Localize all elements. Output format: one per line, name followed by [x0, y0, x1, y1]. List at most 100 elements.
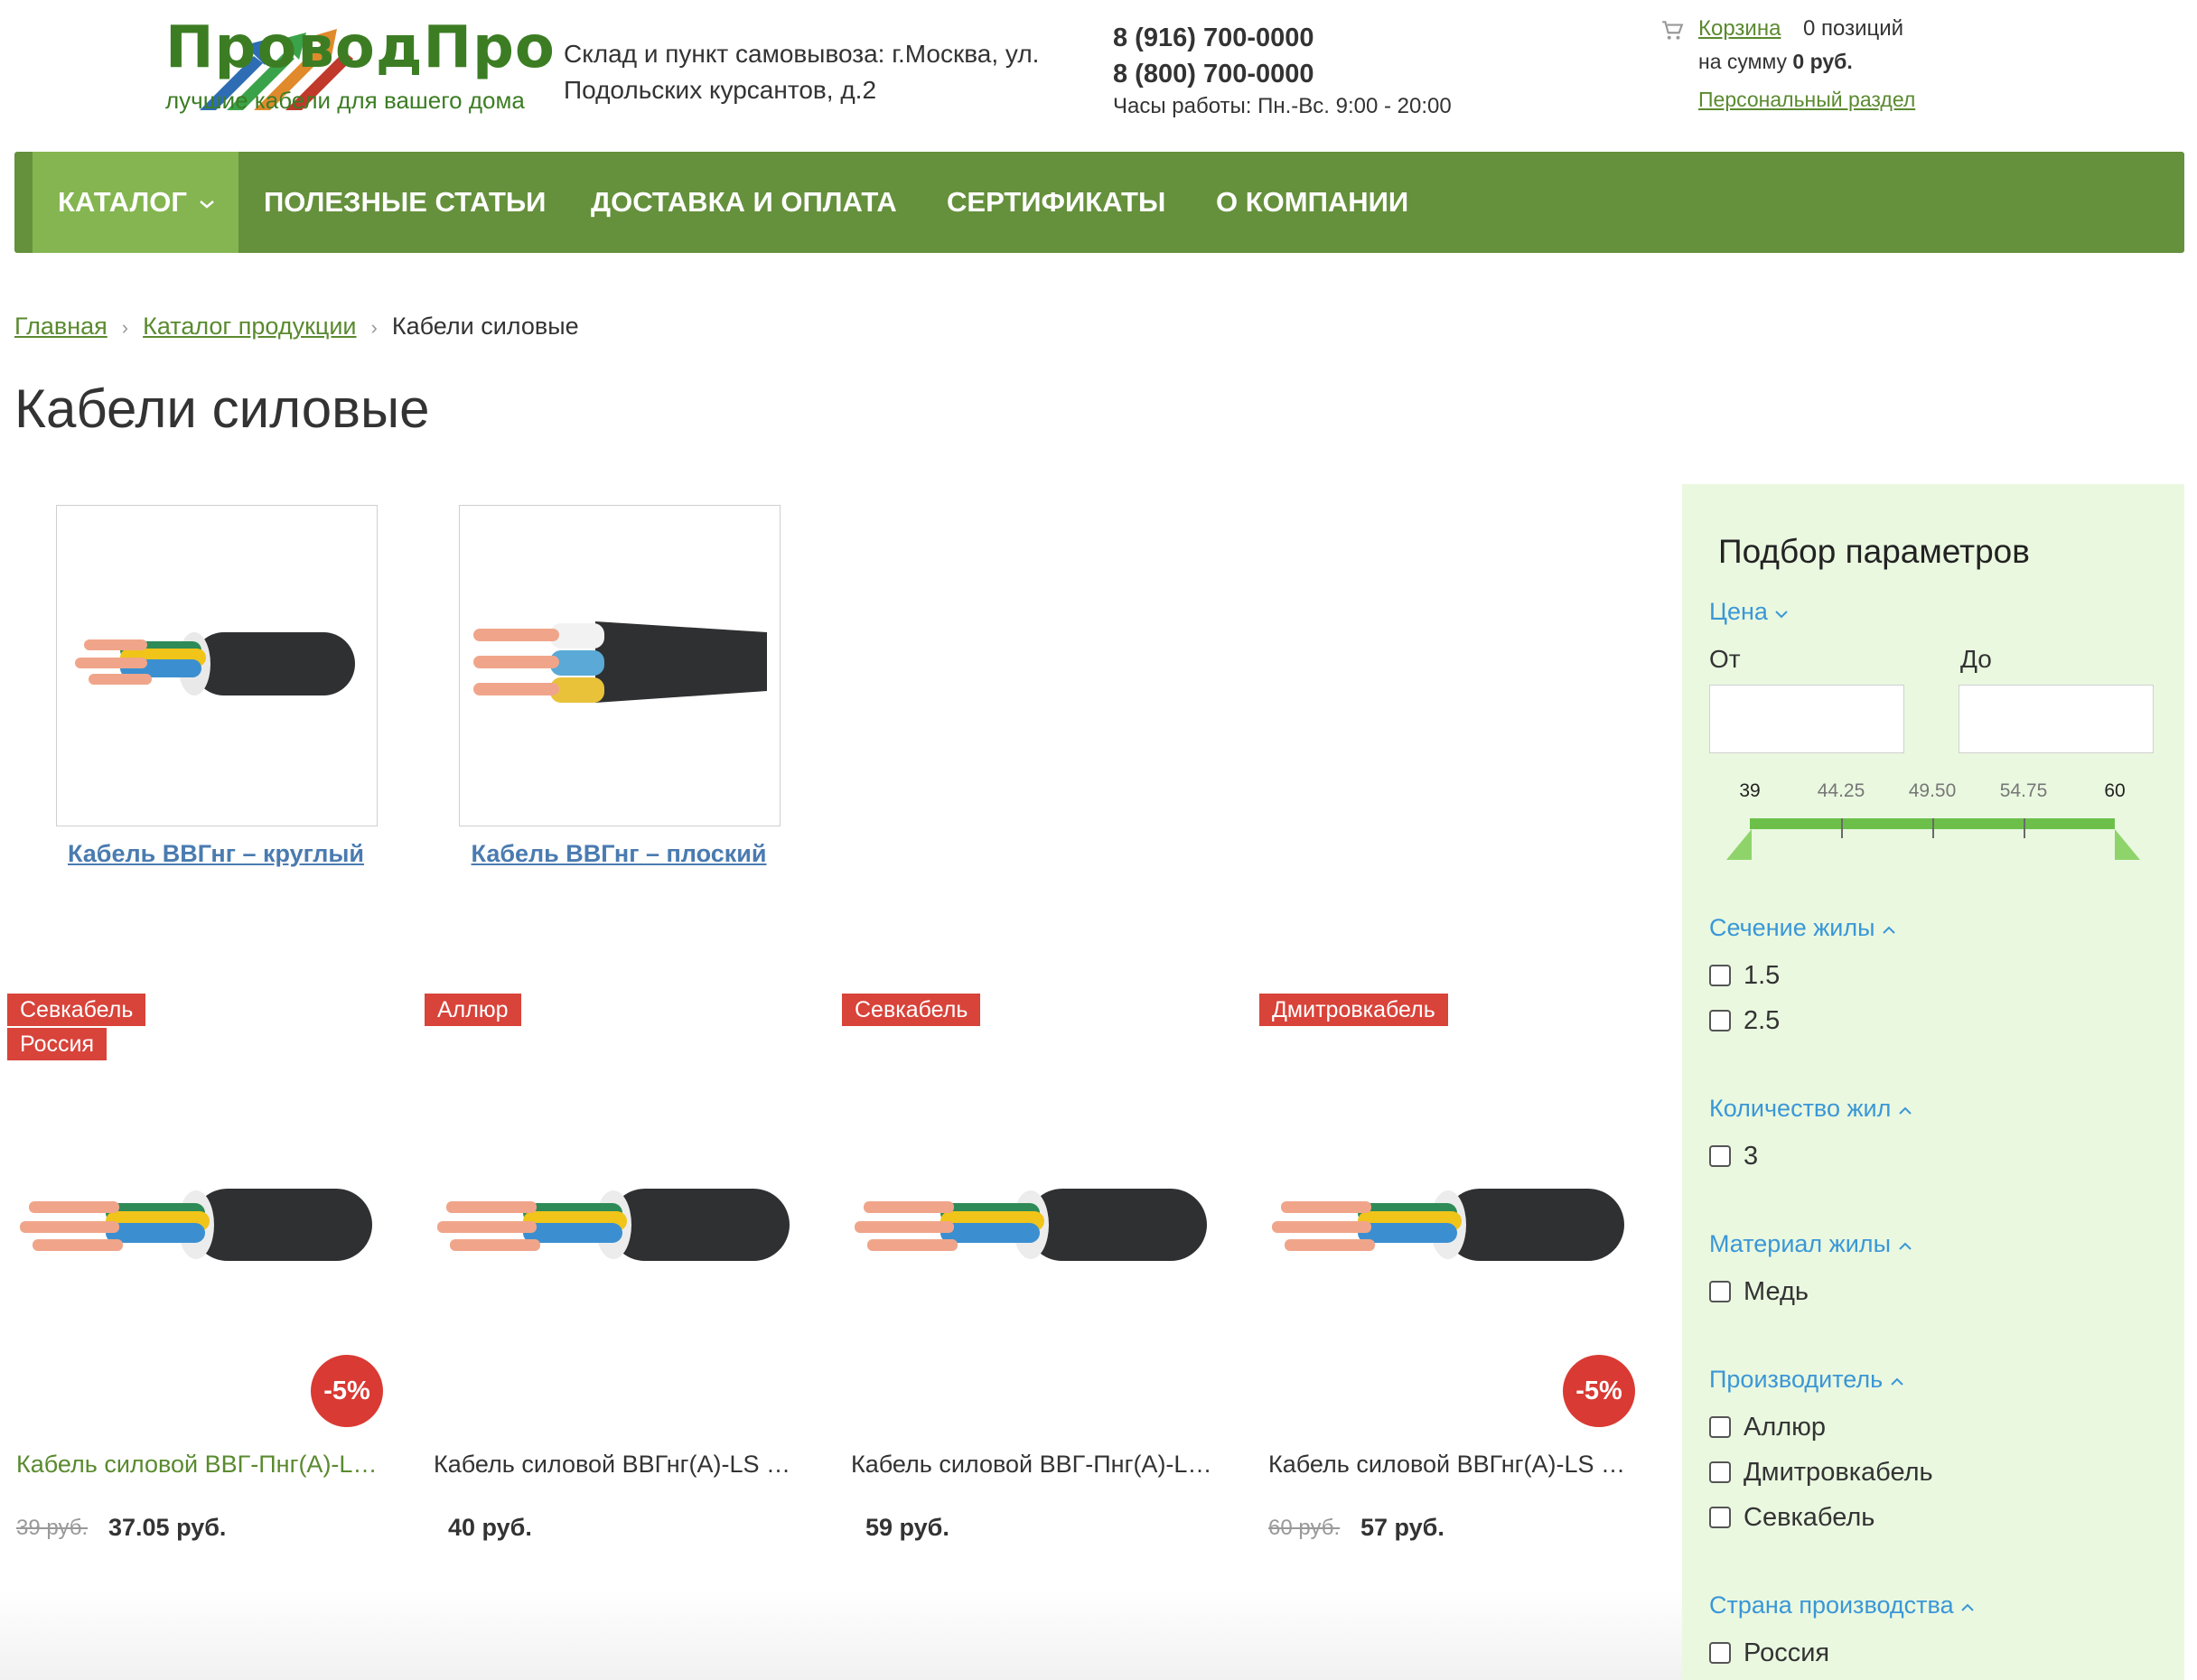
filter-option-label: 1.5 — [1744, 960, 1781, 990]
filter-option-label: Аллюр — [1744, 1412, 1827, 1442]
filter-option[interactable]: Медь — [1709, 1275, 1809, 1308]
product-price: 57 руб. — [1360, 1514, 1444, 1541]
main-nav: КАТАЛОГ ПОЛЕЗНЫЕ СТАТЬИ ДОСТАВКА И ОПЛАТ… — [14, 152, 2184, 253]
filter-price-heading[interactable]: Цена — [1709, 598, 1789, 626]
filter-option[interactable]: 3 — [1709, 1140, 1758, 1172]
logo-name[interactable]: ПроводПро — [165, 14, 556, 81]
slider-scale-0: 39 — [1739, 780, 1761, 801]
checkbox[interactable] — [1709, 1281, 1731, 1302]
filter-option[interactable]: 2.5 — [1709, 1004, 1780, 1037]
checkbox[interactable] — [1709, 1416, 1731, 1438]
discount-badge: -5% — [311, 1355, 383, 1427]
nav-about[interactable]: О КОМПАНИИ — [1216, 152, 1408, 253]
chevron-up-icon — [1961, 1603, 1974, 1611]
product-title[interactable]: Кабель силовой ВВГ-Пнг(А)-LS 3х1.5 — [16, 1451, 387, 1479]
product-card[interactable]: Севкабель Кабель силовой ВВГ-Пнг(А)-LS 3… — [842, 994, 1239, 1572]
product-tag: Россия — [7, 1028, 107, 1060]
chevron-down-icon — [1775, 611, 1789, 619]
product-price: 59 руб. — [865, 1514, 949, 1541]
breadcrumb-catalog[interactable]: Каталог продукции — [143, 313, 356, 340]
checkbox[interactable] — [1709, 1461, 1731, 1483]
product-card[interactable]: Севкабель Россия -5% Кабель силовой ВВГ-Пн… — [7, 994, 405, 1572]
phone-1[interactable]: 8 (916) 700-0000 — [1113, 20, 1314, 56]
filter-group-heading[interactable]: Сечение жилы — [1709, 914, 1896, 942]
product-card[interactable]: Аллюр Кабель силовой ВВГнг(А)-LS 3х1.5 40… — [425, 994, 822, 1572]
cable-image — [1272, 1189, 1624, 1261]
product-image[interactable] — [20, 1162, 381, 1293]
nav-delivery[interactable]: ДОСТАВКА И ОПЛАТА — [591, 152, 897, 253]
checkbox[interactable] — [1709, 965, 1731, 986]
cable-image — [437, 1189, 790, 1261]
filter-group-label: Сечение жилы — [1709, 914, 1875, 941]
nav-articles[interactable]: ПОЛЕЗНЫЕ СТАТЬИ — [264, 152, 546, 253]
filter-option[interactable]: Россия — [1709, 1637, 1829, 1669]
cable-round-image — [75, 632, 355, 695]
slider-scale-4: 60 — [2104, 780, 2126, 801]
slider-tick — [2024, 818, 2025, 838]
filter-option[interactable]: Севкабель — [1709, 1501, 1874, 1534]
product-title[interactable]: Кабель силовой ВВГнг(А)-LS 3х2.5 — [1268, 1451, 1639, 1479]
filter-option[interactable]: Дмитровкабель — [1709, 1456, 1933, 1489]
chevron-up-icon — [1883, 926, 1895, 934]
product-image[interactable] — [855, 1162, 1216, 1293]
checkbox[interactable] — [1709, 1507, 1731, 1528]
filter-from-label: От — [1709, 645, 1741, 673]
address-line2: Подольских курсантов, д.2 — [564, 76, 877, 104]
slider-tick — [1841, 818, 1843, 838]
product-card[interactable]: Дмитровкабель -5% Кабель силовой ВВГнг(А)… — [1259, 994, 1657, 1572]
product-price: 40 руб. — [448, 1514, 532, 1541]
filter-option-label: Медь — [1744, 1276, 1809, 1306]
store-address: Склад и пункт самовывоза: г.Москва, ул. … — [564, 36, 1070, 108]
phone-2[interactable]: 8 (800) 700-0000 — [1113, 56, 1314, 92]
product-image[interactable] — [1272, 1162, 1633, 1293]
subcategory-link-round[interactable]: Кабель ВВГнг – круглый — [26, 840, 406, 868]
filter-option[interactable]: Аллюр — [1709, 1411, 1826, 1443]
nav-catalog[interactable]: КАТАЛОГ — [33, 152, 238, 253]
discount-badge: -5% — [1563, 1355, 1635, 1427]
checkbox[interactable] — [1709, 1145, 1731, 1167]
filter-option-label: 2.5 — [1744, 1005, 1781, 1035]
personal-area-link[interactable]: Персональный раздел — [1698, 88, 1915, 112]
slider-handle-min-icon[interactable] — [1726, 829, 1753, 860]
nav-certificates[interactable]: СЕРТИФИКАТЫ — [947, 152, 1165, 253]
chevron-up-icon — [1899, 1106, 1912, 1115]
chevron-down-icon — [199, 200, 214, 209]
filter-group-heading[interactable]: Производитель — [1709, 1366, 1904, 1394]
cart-sum-prefix: на сумму — [1698, 50, 1793, 73]
page-bottom-fade — [0, 1590, 1682, 1680]
cable-flat-image — [473, 621, 767, 703]
filter-option[interactable]: 1.5 — [1709, 959, 1780, 992]
slider-scale-1: 44.25 — [1817, 780, 1865, 801]
product-tag: Дмитровкабель — [1259, 994, 1448, 1026]
filter-option-label: Россия — [1744, 1638, 1830, 1667]
logo-tagline: лучшие кабели для вашего дома — [165, 87, 525, 114]
product-title[interactable]: Кабель силовой ВВГ-Пнг(А)-LS 3х2.5 — [851, 1451, 1221, 1479]
cart-sum: на сумму 0 руб. — [1698, 50, 1853, 74]
checkbox[interactable] — [1709, 1642, 1731, 1664]
subcategory-card-flat[interactable] — [459, 505, 781, 826]
working-hours: Часы работы: Пн.-Вс. 9:00 - 20:00 — [1113, 94, 1452, 118]
price-from-input[interactable] — [1709, 685, 1904, 753]
product-tag: Аллюр — [425, 994, 521, 1026]
cart-sum-value: 0 руб. — [1792, 50, 1853, 73]
subcategory-link-flat[interactable]: Кабель ВВГнг – плоский — [429, 840, 809, 868]
cable-image — [855, 1189, 1207, 1261]
filter-group-heading[interactable]: Страна производства — [1709, 1591, 1975, 1619]
slider-tick — [1932, 818, 1934, 838]
page-title: Кабели силовые — [14, 378, 430, 439]
nav-catalog-label: КАТАЛОГ — [58, 186, 187, 218]
filter-option-label: Дмитровкабель — [1744, 1457, 1933, 1487]
slider-handle-max-icon[interactable] — [2113, 829, 2140, 860]
breadcrumb-home[interactable]: Главная — [14, 313, 108, 340]
filter-option-label: 3 — [1744, 1141, 1759, 1171]
subcategory-card-round[interactable] — [56, 505, 378, 826]
filter-group-heading[interactable]: Материал жилы — [1709, 1230, 1912, 1258]
slider-scale-3: 54.75 — [1999, 780, 2048, 801]
checkbox[interactable] — [1709, 1010, 1731, 1031]
cart-link[interactable]: Корзина — [1698, 16, 1781, 42]
product-title[interactable]: Кабель силовой ВВГнг(А)-LS 3х1.5 — [434, 1451, 804, 1479]
price-to-input[interactable] — [1959, 685, 2154, 753]
filter-group-heading[interactable]: Количество жил — [1709, 1095, 1912, 1123]
product-image[interactable] — [437, 1162, 799, 1293]
filter-price-label: Цена — [1709, 598, 1768, 625]
